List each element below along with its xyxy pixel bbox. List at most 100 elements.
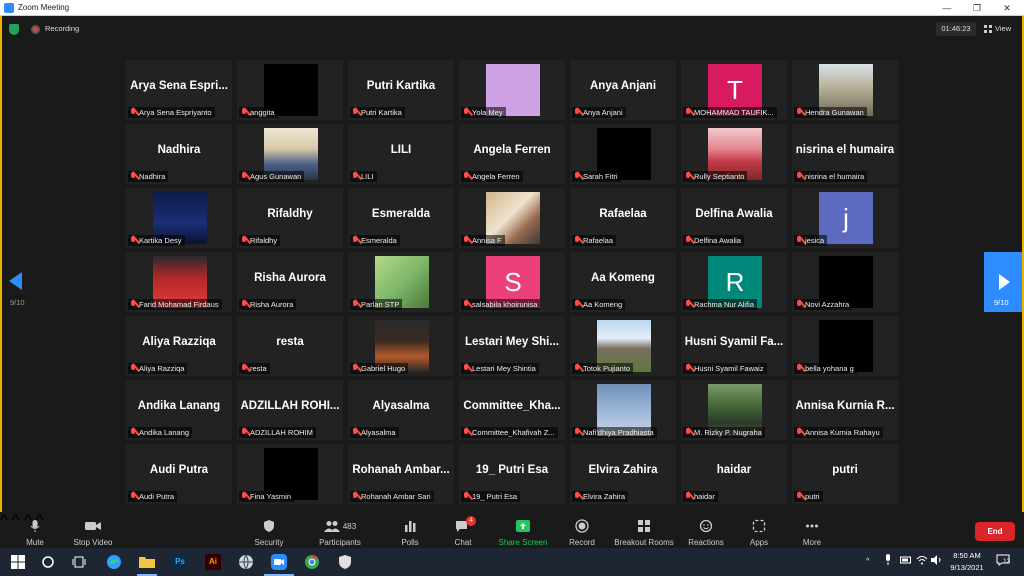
participant-tile[interactable]: Aliya Razziqa Aliya Razziqa [126,316,232,376]
participant-tile[interactable]: Gabriel Hugo [348,316,454,376]
participant-tile[interactable]: resta resta [237,316,343,376]
participant-tile[interactable]: Sarah Fitri [570,124,676,184]
participant-tile[interactable]: 19_ Putri Esa 19_ Putri Esa [459,444,565,504]
participant-tile[interactable]: Annisa Kurnia R... Annisa Kurnia Rahayu [792,380,898,440]
participant-tile[interactable]: Angela Ferren Angela Ferren [459,124,565,184]
tray-overflow-icon[interactable]: ^ [866,556,870,565]
encryption-shield-icon[interactable] [9,24,19,35]
participant-tile[interactable]: haidar haidar [681,444,787,504]
battery-icon[interactable] [900,555,912,567]
participant-tile[interactable]: Risha Aurora Risha Aurora [237,252,343,312]
participant-tile[interactable]: Yola Mey [459,60,565,120]
task-view-icon[interactable] [70,553,88,571]
shield-app-icon[interactable] [336,553,354,571]
participant-tile[interactable]: R Rachma Nur Alifia [681,252,787,312]
participant-tile[interactable]: Lestari Mey Shi... Lestari Mey Shintia [459,316,565,376]
participant-tile[interactable]: Elvira Zahira Elvira Zahira [570,444,676,504]
participant-tile[interactable]: j jesica [792,188,898,248]
end-meeting-button[interactable]: End [975,522,1015,541]
participant-tile[interactable]: Farid Mohamad Firdaus [126,252,232,312]
globe-app-icon[interactable] [237,553,255,571]
participant-tile[interactable]: bella yohana g [792,316,898,376]
illustrator-icon[interactable]: Ai [204,553,222,571]
participant-tile[interactable]: Arya Sena Espri... Arya Sena Espriyanto [126,60,232,120]
notifications-button[interactable]: 13 [996,554,1010,568]
participant-tile[interactable]: Anya Anjani Anya Anjani [570,60,676,120]
participant-tile[interactable]: Parlan STP [348,252,454,312]
more-button[interactable]: More [777,516,847,548]
participant-tile[interactable]: Husni Syamil Fa... Husni Syamil Fawaiz [681,316,787,376]
file-explorer-icon[interactable] [138,553,156,571]
search-icon[interactable] [39,553,57,571]
participant-tile[interactable]: Ssalsabila khoirunisa [459,252,565,312]
edge-browser-icon[interactable] [105,553,123,571]
tray-microphone-icon[interactable] [884,554,892,568]
security-button[interactable]: Security [234,516,304,548]
participant-tile[interactable]: Committee_Kha... Committee_Khafivah Z... [459,380,565,440]
participant-tile[interactable]: Putri Kartika Putri Kartika [348,60,454,120]
stop-video-button[interactable]: Stop Video [58,516,128,548]
participant-tile[interactable]: nisrina el humaira nisrina el humaira [792,124,898,184]
participant-tile[interactable]: Andika Lanang Andika Lanang [126,380,232,440]
chrome-icon[interactable] [303,553,321,571]
participant-tile[interactable]: Esmeralda Esmeralda [348,188,454,248]
wifi-icon[interactable] [916,555,928,567]
close-button[interactable]: ✕ [990,0,1024,16]
participant-tile[interactable]: Novi Azzahra [792,252,898,312]
record-button[interactable]: Record [547,516,617,548]
photoshop-icon[interactable]: Ps [171,553,189,571]
participant-display-name: Alyasalma [372,400,430,412]
next-page-label: 9/10 [994,298,1009,307]
participant-tile[interactable]: T MOHAMMAD TAUFIK... [681,60,787,120]
windows-start-icon[interactable] [9,553,27,571]
participant-tile[interactable]: Rully Septianto [681,124,787,184]
participant-tile[interactable]: Kartika Desy [126,188,232,248]
muted-microphone-icon [352,172,358,181]
participant-tile[interactable]: Nadhira Nadhira [126,124,232,184]
next-page-button[interactable]: 9/10 [984,252,1022,312]
participant-tile[interactable]: Audi Putra Audi Putra [126,444,232,504]
participant-name-label: Andika Lanang [128,427,193,438]
participant-name: jesica [805,236,825,245]
participant-tile[interactable]: Rifaldhy Rifaldhy [237,188,343,248]
previous-page-arrow-icon[interactable] [9,272,22,290]
participant-name-label: Audi Putra [128,491,178,502]
participant-name: Rachma Nur Alifia [694,300,755,309]
maximize-button[interactable]: ❐ [960,0,994,16]
notifications-count: 13 [1003,558,1011,565]
minimize-button[interactable]: — [930,0,964,16]
view-button[interactable]: View [984,22,1011,36]
participant-tile[interactable]: Alyasalma Alyasalma [348,380,454,440]
participant-tile[interactable]: ADZILLAH ROHI... ADZILLAH ROHIM [237,380,343,440]
participant-tile[interactable]: Rohanah Ambar... Rohanah Ambar Sari [348,444,454,504]
clock-time[interactable]: 8:50 AM [946,551,988,560]
participant-name-label: Totok Pujianto [572,363,634,374]
participant-tile[interactable]: M. Rizky P. Nugraha [681,380,787,440]
participant-tile[interactable]: LILI LILI [348,124,454,184]
participant-name: Putri Kartika [361,108,402,117]
participant-tile[interactable]: putri putri [792,444,898,504]
participant-tile[interactable]: Hendra Gunawan [792,60,898,120]
participant-name-label: putri [794,491,823,502]
participant-tile[interactable]: Totok Pujianto [570,316,676,376]
breakout-rooms-button[interactable]: Breakout Rooms [609,516,679,548]
participant-name-label: LILI [350,171,377,182]
participant-tile[interactable]: Agus Gunawan [237,124,343,184]
participant-name-label: Lestari Mey Shintia [461,363,539,374]
participant-tile[interactable]: Annisa F [459,188,565,248]
participant-tile[interactable]: Nafi'dhiya Pradhiasta [570,380,676,440]
participant-name: Alyasalma [361,428,396,437]
participant-name-label: Anya Anjani [572,107,626,118]
participant-tile[interactable]: Fina Yasmin [237,444,343,504]
participant-tile[interactable]: Aa Komeng Aa Komeng [570,252,676,312]
participant-tile[interactable]: Delfina Awalia Delfina Awalia [681,188,787,248]
muted-microphone-icon [463,492,469,501]
participant-name-label: M. Rizky P. Nugraha [683,427,765,438]
participant-name-label: Delfina Awalia [683,235,744,246]
zoom-taskbar-icon[interactable] [270,553,288,571]
participant-tile[interactable]: Rafaelaa Rafaelaa [570,188,676,248]
clock-date[interactable]: 9/13/2021 [946,563,988,572]
volume-icon[interactable] [931,555,943,567]
participants-button[interactable]: 483 Participants [305,516,375,548]
participant-tile[interactable]: anggita [237,60,343,120]
